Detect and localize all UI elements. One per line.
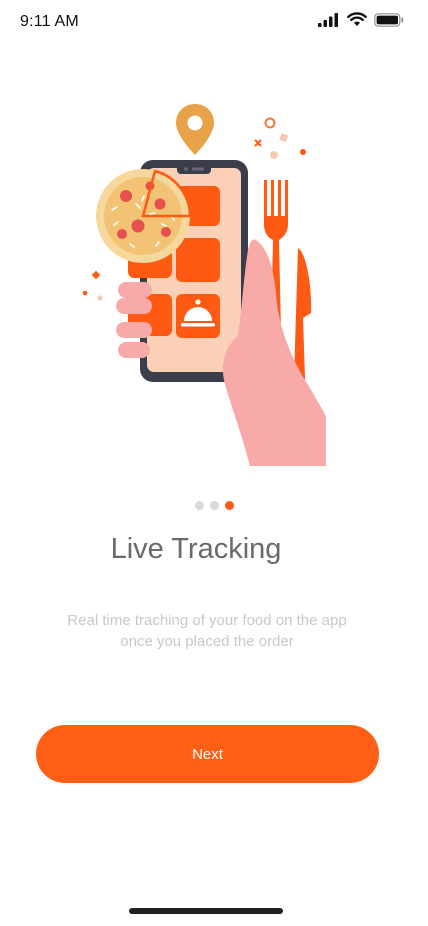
wifi-icon <box>347 12 367 26</box>
next-button[interactable]: Next <box>36 725 379 783</box>
status-bar: 9:11 AM <box>0 0 428 44</box>
phone-tracking-illustration <box>82 104 326 466</box>
battery-icon <box>374 12 404 27</box>
next-button-label: Next <box>192 745 223 763</box>
status-icons <box>318 12 404 27</box>
description-line: once you placed the order <box>120 633 294 650</box>
pizza-icon <box>96 169 192 263</box>
description-line: Real time traching of your food on the a… <box>67 612 347 629</box>
signal-icon <box>318 12 338 27</box>
page-dot[interactable] <box>209 501 219 510</box>
onboarding-description: Real time traching of your food on the a… <box>0 610 414 652</box>
knife-icon <box>294 248 312 383</box>
status-time: 9:11 AM <box>20 13 79 30</box>
page-dot-active[interactable] <box>224 501 234 510</box>
page-indicator <box>0 501 428 510</box>
location-pin-icon <box>176 104 214 155</box>
home-indicator[interactable] <box>129 908 283 914</box>
onboarding-title: Live Tracking <box>110 533 282 565</box>
page-dot[interactable] <box>194 501 204 510</box>
